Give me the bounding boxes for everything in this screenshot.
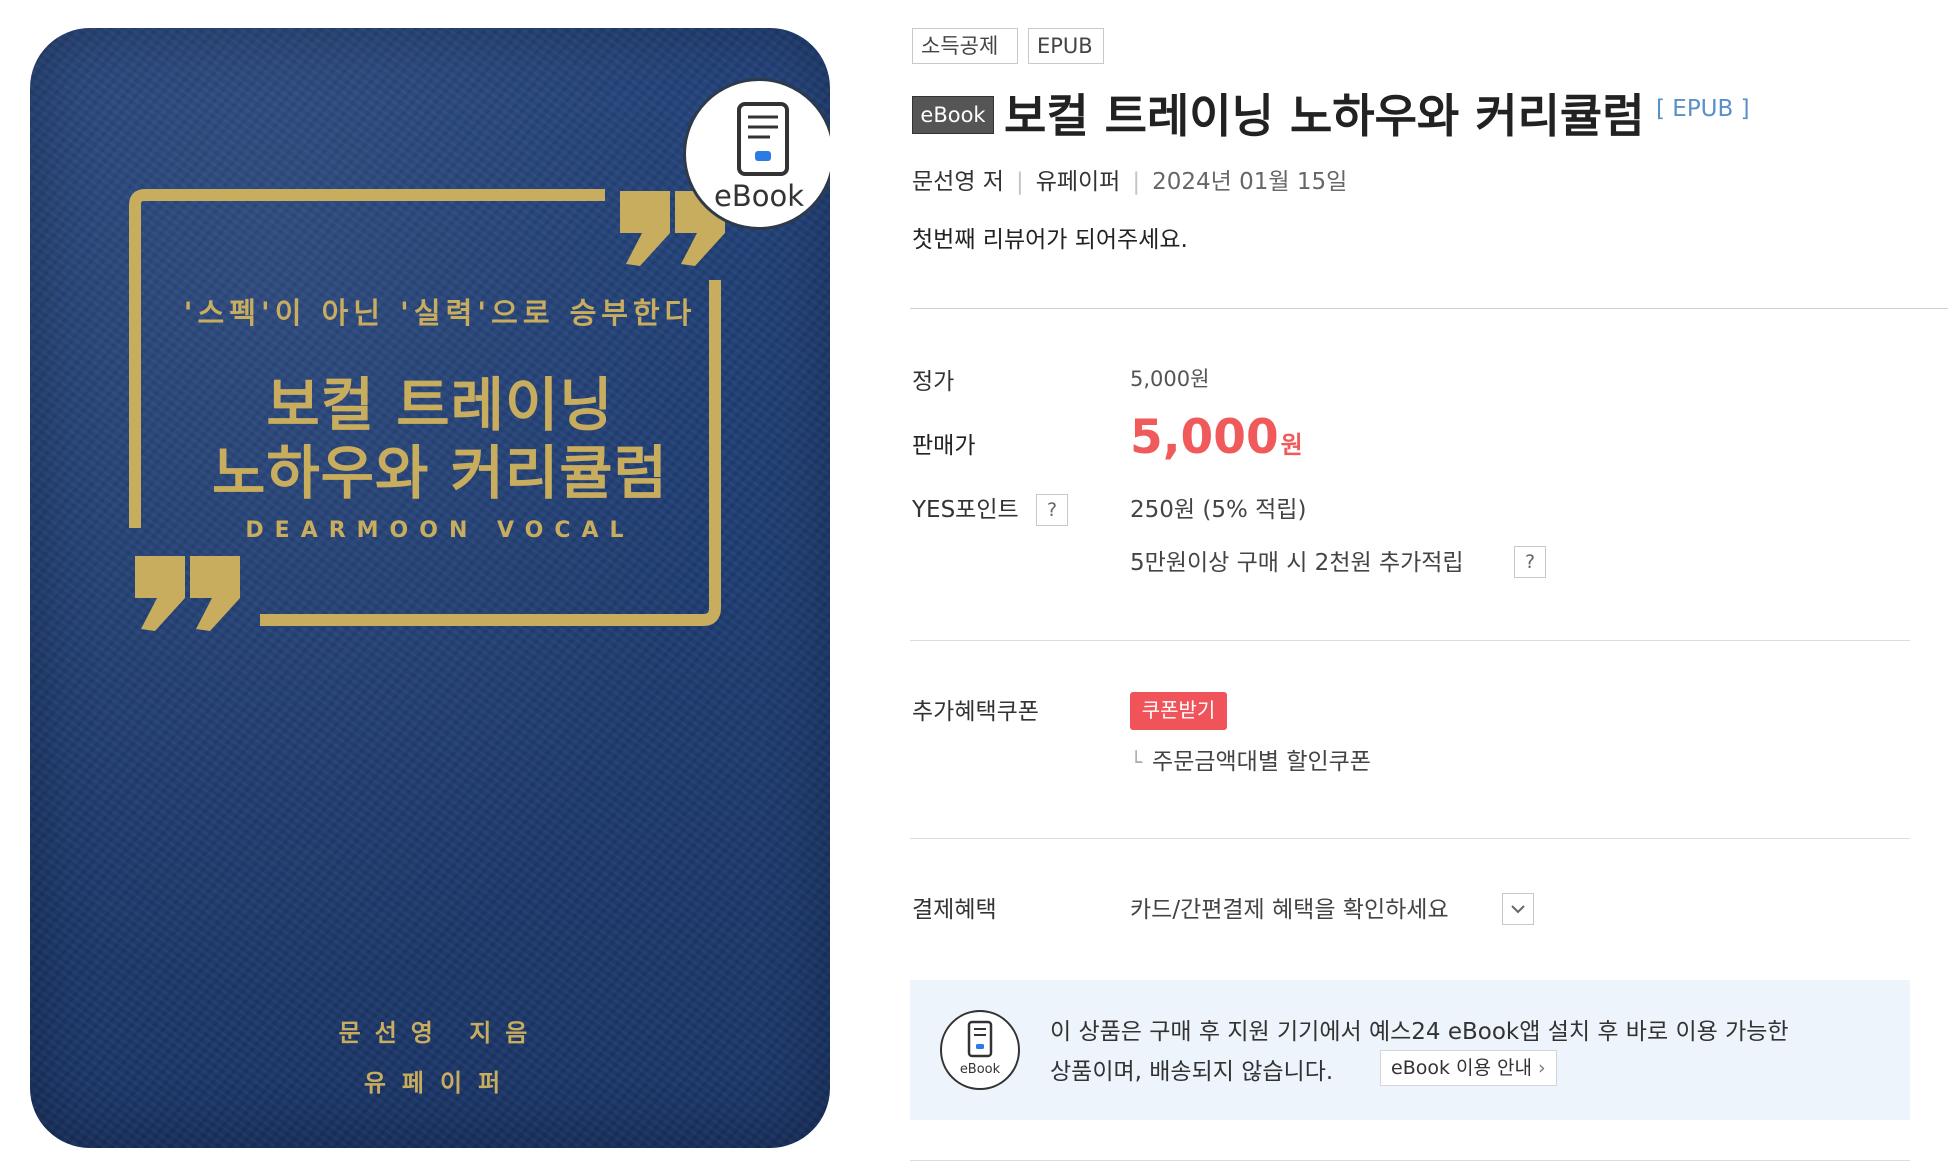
- ebook-info-text-line1: 이 상품은 구매 후 지원 기기에서 예스24 eBook앱 설치 후 바로 이…: [1050, 1019, 1789, 1045]
- coupon-label: 추가혜택쿠폰: [912, 699, 1039, 725]
- ebook-badge-label: eBook: [713, 179, 805, 213]
- ebook-info-icon: eBook: [940, 1010, 1020, 1090]
- cover-publisher: 유페이퍼: [363, 1069, 517, 1097]
- cover-title-line2: 노하우와 커리큘럼: [211, 439, 669, 507]
- author-link[interactable]: 문선영 저: [912, 169, 1004, 195]
- payment-benefit-value[interactable]: 카드/간편결제 혜택을 확인하세요: [1130, 890, 1449, 924]
- sale-price-unit: 원: [1280, 431, 1303, 459]
- sale-price-value: 5,000: [1130, 410, 1279, 465]
- divider-line: [910, 640, 1910, 641]
- payment-benefit-label: 결제혜택: [912, 897, 997, 923]
- divider: |: [1015, 169, 1024, 195]
- get-coupon-button[interactable]: 쿠폰받기: [1130, 692, 1227, 730]
- ebook-badge: eBook: [683, 78, 830, 230]
- product-meta: 문선영 저 | 유페이퍼 | 2024년 01월 15일: [912, 162, 1347, 196]
- ebook-device-icon: [737, 102, 789, 176]
- cover-brand: DEARMOON VOCAL: [245, 518, 635, 543]
- ebook-type-label: eBook: [912, 96, 994, 134]
- list-price-label: 정가: [912, 369, 955, 395]
- payment-benefit-expand-button[interactable]: [1502, 893, 1534, 925]
- ebook-info-text-line2: 상품이며, 배송되지 않습니다.: [1050, 1059, 1334, 1085]
- yes-point-value: 250원 (5% 적립): [1130, 497, 1307, 523]
- quote-mark-bottom-icon: [135, 556, 240, 631]
- divider: |: [1132, 169, 1141, 195]
- book-cover-image: '스펙'이 아닌 '실력'으로 승부한다 보컬 트레이닝 노하우와 커리큘럼 D…: [30, 28, 830, 1148]
- chevron-down-icon: [1511, 905, 1525, 914]
- ebook-guide-button[interactable]: eBook 이용 안내 ›: [1380, 1050, 1557, 1086]
- sale-price: 5,000원: [1130, 410, 1303, 465]
- ebook-device-icon: [967, 1020, 993, 1058]
- publisher-link[interactable]: 유페이퍼: [1036, 169, 1121, 195]
- divider-line: [910, 308, 1948, 309]
- cover-author: 문선영 지음: [338, 1019, 542, 1047]
- yes-point-help-icon[interactable]: ?: [1036, 494, 1068, 526]
- divider-line: [910, 1160, 1910, 1161]
- sub-item-corner-icon: └: [1130, 750, 1143, 774]
- ebook-info-icon-label: eBook: [959, 1062, 1001, 1077]
- coupon-sub-item-label: 주문금액대별 할인쿠폰: [1152, 749, 1371, 775]
- review-prompt-link[interactable]: 첫번째 리뷰어가 되어주세요.: [912, 220, 1188, 254]
- publish-date: 2024년 01월 15일: [1152, 169, 1348, 195]
- yes-point-label: YES포인트: [912, 497, 1019, 523]
- divider-line: [910, 838, 1910, 839]
- ebook-info-box: eBook 이 상품은 구매 후 지원 기기에서 예스24 eBook앱 설치 …: [910, 980, 1910, 1120]
- sale-price-label: 판매가: [912, 433, 976, 459]
- coupon-sub-item[interactable]: └ 주문금액대별 할인쿠폰: [1130, 742, 1371, 776]
- ebook-guide-label: eBook 이용 안내: [1391, 1057, 1532, 1079]
- product-title: 보컬 트레이닝 노하우와 커리큘럼: [1004, 89, 1645, 143]
- list-price-value: 5,000원: [1130, 367, 1210, 391]
- tag-epub: EPUB: [1028, 28, 1104, 64]
- format-label: [ EPUB ]: [1656, 96, 1750, 122]
- cover-tagline: '스펙'이 아닌 '실력'으로 승부한다: [183, 296, 697, 330]
- extra-point-text: 5만원이상 구매 시 2천원 추가적립: [1130, 550, 1464, 576]
- tag-income-deduction: 소득공제: [912, 28, 1018, 64]
- chevron-right-icon: ›: [1537, 1057, 1546, 1079]
- extra-point-help-icon[interactable]: ?: [1514, 546, 1546, 578]
